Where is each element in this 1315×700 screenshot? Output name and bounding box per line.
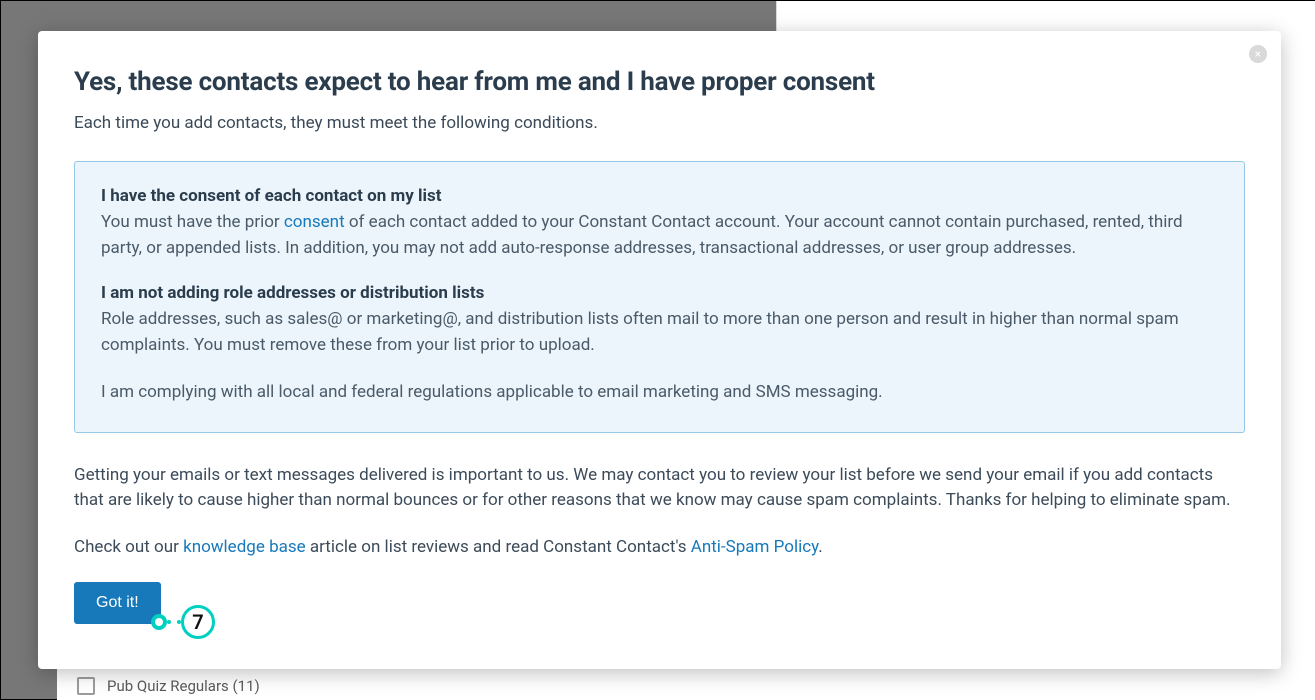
consent-link[interactable]: consent bbox=[284, 212, 345, 232]
anti-spam-policy-link[interactable]: Anti-Spam Policy bbox=[691, 537, 819, 557]
close-icon[interactable]: × bbox=[1249, 45, 1267, 63]
consent-heading: I have the consent of each contact on my… bbox=[101, 186, 1218, 206]
list-item-label: Pub Quiz Regulars (11) bbox=[107, 677, 260, 695]
comply-paragraph: I am complying with all local and federa… bbox=[101, 380, 1218, 406]
consent-paragraph: You must have the prior consent of each … bbox=[101, 210, 1218, 261]
consent-info-box: I have the consent of each contact on my… bbox=[74, 161, 1245, 433]
checkout-paragraph: Check out our knowledge base article on … bbox=[74, 535, 1245, 560]
checkout-post: . bbox=[818, 537, 822, 557]
checkbox-icon[interactable] bbox=[77, 677, 95, 695]
modal-subtitle: Each time you add contacts, they must me… bbox=[74, 113, 1245, 133]
consent-modal: × Yes, these contacts expect to hear fro… bbox=[38, 31, 1281, 669]
checkout-mid: article on list reviews and read Constan… bbox=[306, 537, 691, 557]
got-it-button[interactable]: Got it! bbox=[74, 582, 161, 624]
checkout-pre: Check out our bbox=[74, 537, 183, 557]
list-item[interactable]: Pub Quiz Regulars (11) bbox=[57, 669, 777, 700]
modal-title: Yes, these contacts expect to hear from … bbox=[74, 67, 1245, 97]
knowledge-base-link[interactable]: knowledge base bbox=[183, 537, 306, 557]
role-heading: I am not adding role addresses or distri… bbox=[101, 283, 1218, 303]
app-frame: Pub Quiz Regulars (11) × Yes, these cont… bbox=[0, 0, 1315, 700]
consent-text-pre: You must have the prior bbox=[101, 212, 284, 232]
delivery-paragraph: Getting your emails or text messages del… bbox=[74, 463, 1245, 513]
role-paragraph: Role addresses, such as sales@ or market… bbox=[101, 307, 1218, 358]
